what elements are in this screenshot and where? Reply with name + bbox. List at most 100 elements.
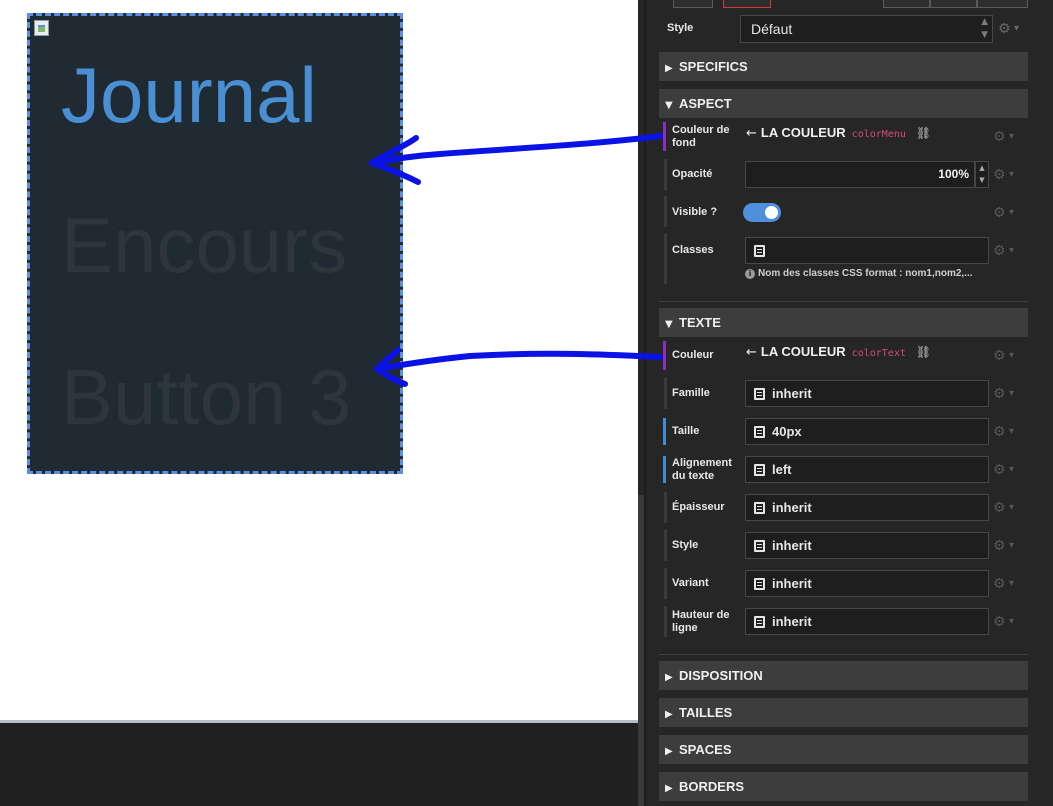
section-aspect[interactable]: ▼ ASPECT bbox=[659, 89, 1028, 118]
document-icon bbox=[754, 578, 765, 590]
style-select[interactable]: Défaut ▲ ▼ bbox=[740, 15, 993, 43]
chevron-down-icon[interactable]: ▾ bbox=[1009, 387, 1019, 401]
gear-icon[interactable]: ⚙ bbox=[998, 22, 1012, 36]
toolbar-button-2[interactable] bbox=[930, 0, 977, 8]
bg-color-value[interactable]: ← LA COULEUR colorMenu ⛓ bbox=[746, 125, 931, 141]
document-icon bbox=[754, 388, 765, 400]
taille-input[interactable]: 40px bbox=[745, 418, 989, 445]
info-icon: i bbox=[745, 269, 755, 279]
section-separator bbox=[659, 301, 1028, 302]
famille-input[interactable]: inherit bbox=[745, 380, 989, 407]
visible-toggle[interactable] bbox=[743, 203, 781, 222]
gear-icon[interactable]: ⚙ bbox=[993, 425, 1007, 439]
gear-icon[interactable]: ⚙ bbox=[993, 206, 1007, 220]
arrow-left-icon: ← bbox=[746, 345, 757, 360]
toolbar-copy-button[interactable] bbox=[673, 0, 713, 8]
unlink-icon[interactable]: ⛓ bbox=[916, 345, 931, 359]
expand-triangle-icon: ▶ bbox=[665, 672, 673, 683]
section-disposition[interactable]: ▶ DISPOSITION bbox=[659, 661, 1028, 690]
row-indicator bbox=[664, 492, 667, 523]
row-indicator bbox=[664, 196, 667, 227]
gear-icon[interactable]: ⚙ bbox=[993, 501, 1007, 515]
toolbar-delete-button[interactable] bbox=[723, 0, 771, 8]
toolbar-button-3[interactable] bbox=[977, 0, 1028, 8]
arrow-left-icon: ← bbox=[746, 126, 757, 141]
visible-label: Visible ? bbox=[672, 206, 718, 218]
expand-triangle-icon: ▶ bbox=[665, 783, 673, 794]
classes-hint: i Nom des classes CSS format : nom1,nom2,… bbox=[745, 268, 973, 279]
document-icon bbox=[754, 426, 765, 438]
expand-triangle-icon: ▶ bbox=[665, 63, 673, 74]
css-variable: colorMenu bbox=[851, 129, 906, 140]
document-icon bbox=[754, 540, 765, 552]
text-color-label: Couleur bbox=[672, 349, 714, 361]
align-input[interactable]: left bbox=[745, 456, 989, 483]
menu-item-journal[interactable]: Journal bbox=[61, 56, 317, 134]
gear-icon[interactable]: ⚙ bbox=[993, 244, 1007, 258]
align-label: Alignement du texte bbox=[672, 457, 732, 482]
gear-icon[interactable]: ⚙ bbox=[993, 387, 1007, 401]
collapse-triangle-icon: ▼ bbox=[665, 319, 673, 330]
line-height-input[interactable]: inherit bbox=[745, 608, 989, 635]
chevron-down-icon[interactable]: ▾ bbox=[1014, 22, 1024, 36]
famille-label: Famille bbox=[672, 387, 710, 399]
row-indicator bbox=[664, 378, 667, 409]
gear-icon[interactable]: ⚙ bbox=[993, 349, 1007, 363]
opacity-input[interactable]: 100% bbox=[745, 161, 975, 188]
css-variable: colorText bbox=[851, 348, 906, 359]
opacity-label: Opacité bbox=[672, 168, 713, 180]
menu-widget-selected[interactable]: Journal Encours Button 3 bbox=[27, 13, 403, 474]
chevron-down-icon[interactable]: ▾ bbox=[1009, 615, 1019, 629]
modified-indicator bbox=[663, 122, 666, 151]
section-specifics[interactable]: ▶ SPECIFICS bbox=[659, 52, 1028, 81]
chevron-down-icon[interactable]: ▾ bbox=[1009, 463, 1019, 477]
chevron-down-icon[interactable]: ▾ bbox=[1009, 130, 1019, 144]
style-select-value: Défaut bbox=[751, 21, 793, 37]
text-color-value[interactable]: ← LA COULEUR colorText ⛓ bbox=[746, 344, 931, 360]
modified-indicator bbox=[663, 341, 666, 370]
panel-divider bbox=[644, 0, 646, 806]
section-borders[interactable]: ▶ BORDERS bbox=[659, 772, 1028, 801]
chevron-down-icon[interactable]: ▾ bbox=[1009, 206, 1019, 220]
collapse-triangle-icon: ▼ bbox=[665, 100, 673, 111]
design-canvas[interactable]: Journal Encours Button 3 bbox=[0, 0, 638, 722]
gear-icon[interactable]: ⚙ bbox=[993, 130, 1007, 144]
row-indicator bbox=[664, 159, 667, 190]
menu-item-button-3[interactable]: Button 3 bbox=[61, 358, 352, 436]
gear-icon[interactable]: ⚙ bbox=[993, 539, 1007, 553]
bg-color-label: Couleur de fond bbox=[672, 124, 730, 149]
gear-icon[interactable]: ⚙ bbox=[993, 615, 1007, 629]
variant-input[interactable]: inherit bbox=[745, 570, 989, 597]
row-indicator bbox=[664, 606, 667, 637]
section-tailles[interactable]: ▶ TAILLES bbox=[659, 698, 1028, 727]
epaisseur-input[interactable]: inherit bbox=[745, 494, 989, 521]
text-style-input[interactable]: inherit bbox=[745, 532, 989, 559]
section-spaces[interactable]: ▶ SPACES bbox=[659, 735, 1028, 764]
chevron-down-icon[interactable]: ▾ bbox=[1009, 168, 1019, 182]
chevron-down-icon[interactable]: ▾ bbox=[1009, 539, 1019, 553]
document-icon bbox=[754, 616, 765, 628]
menu-item-encours[interactable]: Encours bbox=[61, 206, 347, 284]
toolbar-button-1[interactable] bbox=[883, 0, 930, 8]
modified-indicator bbox=[663, 456, 666, 483]
row-indicator bbox=[664, 568, 667, 599]
row-indicator bbox=[664, 234, 667, 284]
chevron-down-icon[interactable]: ▾ bbox=[1009, 577, 1019, 591]
chevron-down-icon[interactable]: ▾ bbox=[1009, 244, 1019, 258]
select-arrows-icon: ▲ ▼ bbox=[981, 17, 988, 40]
expand-triangle-icon: ▶ bbox=[665, 709, 673, 720]
modified-indicator bbox=[663, 418, 666, 445]
classes-input[interactable] bbox=[745, 237, 989, 264]
chevron-down-icon[interactable]: ▾ bbox=[1009, 349, 1019, 363]
section-separator bbox=[659, 654, 1028, 655]
taille-label: Taille bbox=[672, 425, 700, 437]
chevron-down-icon[interactable]: ▾ bbox=[1009, 425, 1019, 439]
gear-icon[interactable]: ⚙ bbox=[993, 463, 1007, 477]
bottom-bar bbox=[0, 723, 638, 806]
section-texte[interactable]: ▼ TEXTE bbox=[659, 308, 1028, 337]
gear-icon[interactable]: ⚙ bbox=[993, 577, 1007, 591]
unlink-icon[interactable]: ⛓ bbox=[916, 126, 931, 140]
opacity-stepper[interactable]: ▲ ▼ bbox=[975, 161, 989, 188]
gear-icon[interactable]: ⚙ bbox=[993, 168, 1007, 182]
chevron-down-icon[interactable]: ▾ bbox=[1009, 501, 1019, 515]
